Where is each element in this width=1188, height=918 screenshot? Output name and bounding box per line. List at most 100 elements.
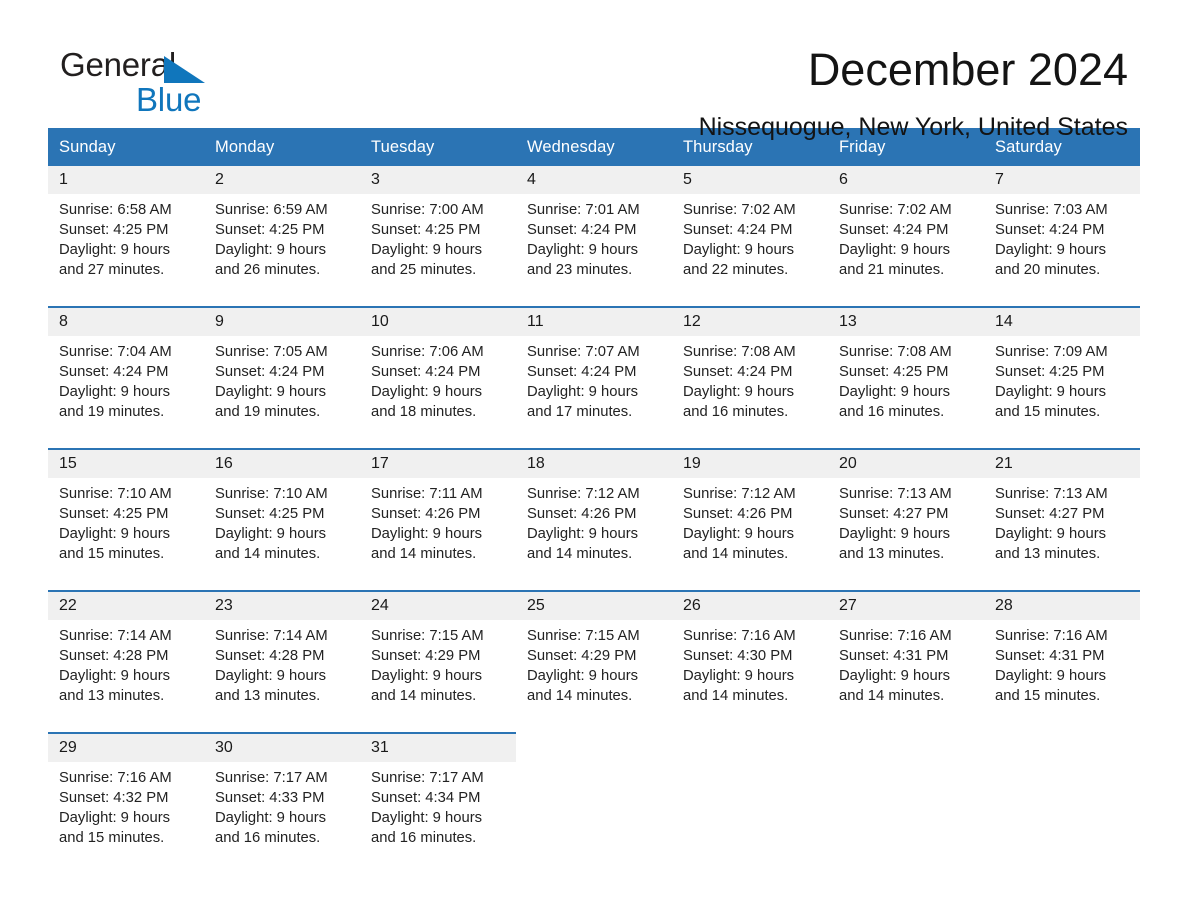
logo-text-blue: Blue bbox=[136, 81, 202, 118]
day-cell: Sunrise: 6:59 AM Sunset: 4:25 PM Daylight:… bbox=[204, 194, 360, 307]
sunset-text: Sunset: 4:24 PM bbox=[527, 364, 637, 380]
daylight-text: Daylight: 9 hours bbox=[995, 526, 1107, 542]
sunrise-text: Sunrise: 7:17 AM bbox=[371, 770, 484, 786]
day-number[interactable]: 30 bbox=[204, 732, 360, 762]
day-cell: Sunrise: 7:15 AM Sunset: 4:29 PM Daylight:… bbox=[516, 620, 672, 733]
day-number[interactable]: 19 bbox=[672, 448, 828, 478]
sunrise-text: Sunrise: 7:00 AM bbox=[371, 202, 484, 218]
day-cell: Sunrise: 7:02 AM Sunset: 4:24 PM Daylight:… bbox=[828, 194, 984, 307]
day-number[interactable]: 1 bbox=[48, 166, 204, 194]
page-header: General Blue December 2024 Nissequogue, … bbox=[48, 0, 1140, 141]
day-number[interactable]: 22 bbox=[48, 590, 204, 620]
daylight-text: Daylight: 9 hours bbox=[215, 384, 327, 400]
daylight-text: Daylight: 9 hours bbox=[683, 668, 795, 684]
day-number[interactable]: 16 bbox=[204, 448, 360, 478]
sunset-text: Sunset: 4:25 PM bbox=[215, 506, 325, 522]
sunrise-text: Sunrise: 7:12 AM bbox=[527, 486, 640, 502]
daylight-text: Daylight: 9 hours bbox=[371, 810, 483, 826]
day-number[interactable]: 12 bbox=[672, 306, 828, 336]
sunrise-text: Sunrise: 7:10 AM bbox=[59, 486, 172, 502]
sunrise-text: Sunrise: 7:14 AM bbox=[59, 628, 172, 644]
day-number[interactable]: 4 bbox=[516, 166, 672, 194]
daylight-text: and 19 minutes. bbox=[59, 404, 165, 420]
sunrise-text: Sunrise: 7:16 AM bbox=[683, 628, 796, 644]
sunrise-text: Sunrise: 7:13 AM bbox=[839, 486, 952, 502]
sunrise-text: Sunrise: 7:06 AM bbox=[371, 344, 484, 360]
week-detail-row: Sunrise: 7:10 AM Sunset: 4:25 PM Daylight:… bbox=[48, 478, 1140, 591]
sunrise-text: Sunrise: 7:15 AM bbox=[371, 628, 484, 644]
day-number[interactable]: 2 bbox=[204, 166, 360, 194]
day-number[interactable]: 7 bbox=[984, 166, 1140, 194]
day-number[interactable]: 31 bbox=[360, 732, 516, 762]
day-number[interactable]: 29 bbox=[48, 732, 204, 762]
daylight-text: Daylight: 9 hours bbox=[995, 242, 1107, 258]
sunrise-sunset-calendar: Sunday Monday Tuesday Wednesday Thursday… bbox=[48, 128, 1140, 874]
daylight-text: Daylight: 9 hours bbox=[59, 810, 171, 826]
day-cell: Sunrise: 7:01 AM Sunset: 4:24 PM Daylight:… bbox=[516, 194, 672, 307]
week-detail-row: Sunrise: 7:16 AM Sunset: 4:32 PM Daylight:… bbox=[48, 762, 1140, 874]
day-number[interactable]: 27 bbox=[828, 590, 984, 620]
daylight-text: and 23 minutes. bbox=[527, 262, 633, 278]
day-number[interactable]: 24 bbox=[360, 590, 516, 620]
general-blue-logo[interactable]: General Blue bbox=[60, 46, 260, 118]
daylight-text: and 26 minutes. bbox=[215, 262, 321, 278]
daylight-text: and 14 minutes. bbox=[371, 546, 477, 562]
sunrise-text: Sunrise: 7:16 AM bbox=[59, 770, 172, 786]
day-cell: Sunrise: 7:09 AM Sunset: 4:25 PM Daylight:… bbox=[984, 336, 1140, 449]
sunset-text: Sunset: 4:28 PM bbox=[215, 648, 325, 664]
day-number[interactable]: 26 bbox=[672, 590, 828, 620]
day-cell: Sunrise: 7:17 AM Sunset: 4:33 PM Daylight:… bbox=[204, 762, 360, 874]
sunset-text: Sunset: 4:26 PM bbox=[371, 506, 481, 522]
sunset-text: Sunset: 4:31 PM bbox=[839, 648, 949, 664]
daylight-text: and 15 minutes. bbox=[59, 546, 165, 562]
week-detail-row: Sunrise: 7:14 AM Sunset: 4:28 PM Daylight:… bbox=[48, 620, 1140, 733]
day-cell: Sunrise: 7:12 AM Sunset: 4:26 PM Daylight:… bbox=[516, 478, 672, 591]
day-cell: Sunrise: 7:06 AM Sunset: 4:24 PM Daylight:… bbox=[360, 336, 516, 449]
day-cell: Sunrise: 7:13 AM Sunset: 4:27 PM Daylight:… bbox=[984, 478, 1140, 591]
day-number[interactable]: 3 bbox=[360, 166, 516, 194]
calendar-page: General Blue December 2024 Nissequogue, … bbox=[0, 0, 1188, 918]
sunset-text: Sunset: 4:26 PM bbox=[527, 506, 637, 522]
day-cell: Sunrise: 7:07 AM Sunset: 4:24 PM Daylight:… bbox=[516, 336, 672, 449]
day-cell: Sunrise: 7:05 AM Sunset: 4:24 PM Daylight:… bbox=[204, 336, 360, 449]
daylight-text: and 14 minutes. bbox=[215, 546, 321, 562]
day-number[interactable]: 28 bbox=[984, 590, 1140, 620]
daylight-text: Daylight: 9 hours bbox=[215, 668, 327, 684]
sunset-text: Sunset: 4:27 PM bbox=[995, 506, 1105, 522]
sunset-text: Sunset: 4:24 PM bbox=[371, 364, 481, 380]
day-cell: Sunrise: 7:15 AM Sunset: 4:29 PM Daylight:… bbox=[360, 620, 516, 733]
sunrise-text: Sunrise: 7:05 AM bbox=[215, 344, 328, 360]
day-number[interactable]: 18 bbox=[516, 448, 672, 478]
day-number[interactable]: 20 bbox=[828, 448, 984, 478]
day-number[interactable]: 17 bbox=[360, 448, 516, 478]
sunset-text: Sunset: 4:34 PM bbox=[371, 790, 481, 806]
day-cell: Sunrise: 7:11 AM Sunset: 4:26 PM Daylight:… bbox=[360, 478, 516, 591]
day-number[interactable]: 5 bbox=[672, 166, 828, 194]
day-cell: Sunrise: 7:16 AM Sunset: 4:31 PM Daylight:… bbox=[984, 620, 1140, 733]
daylight-text: Daylight: 9 hours bbox=[371, 526, 483, 542]
day-number[interactable]: 6 bbox=[828, 166, 984, 194]
day-number[interactable]: 15 bbox=[48, 448, 204, 478]
day-number[interactable]: 25 bbox=[516, 590, 672, 620]
day-number[interactable]: 14 bbox=[984, 306, 1140, 336]
day-number[interactable]: 8 bbox=[48, 306, 204, 336]
day-number[interactable]: 13 bbox=[828, 306, 984, 336]
daylight-text: and 14 minutes. bbox=[683, 688, 789, 704]
daylight-text: and 14 minutes. bbox=[527, 546, 633, 562]
day-number[interactable]: 11 bbox=[516, 306, 672, 336]
weekday-header-tuesday: Tuesday bbox=[360, 128, 516, 166]
day-number-empty bbox=[828, 732, 984, 762]
day-number[interactable]: 21 bbox=[984, 448, 1140, 478]
daylight-text: and 13 minutes. bbox=[995, 546, 1101, 562]
sunset-text: Sunset: 4:33 PM bbox=[215, 790, 325, 806]
daylight-text: and 27 minutes. bbox=[59, 262, 165, 278]
day-number[interactable]: 9 bbox=[204, 306, 360, 336]
logo-text-general: General bbox=[60, 46, 177, 83]
day-number[interactable]: 10 bbox=[360, 306, 516, 336]
daylight-text: and 16 minutes. bbox=[839, 404, 945, 420]
title-block: December 2024 Nissequogue, New York, Uni… bbox=[699, 44, 1128, 142]
day-number[interactable]: 23 bbox=[204, 590, 360, 620]
daylight-text: Daylight: 9 hours bbox=[527, 668, 639, 684]
day-number-empty bbox=[672, 732, 828, 762]
sunrise-text: Sunrise: 7:14 AM bbox=[215, 628, 328, 644]
